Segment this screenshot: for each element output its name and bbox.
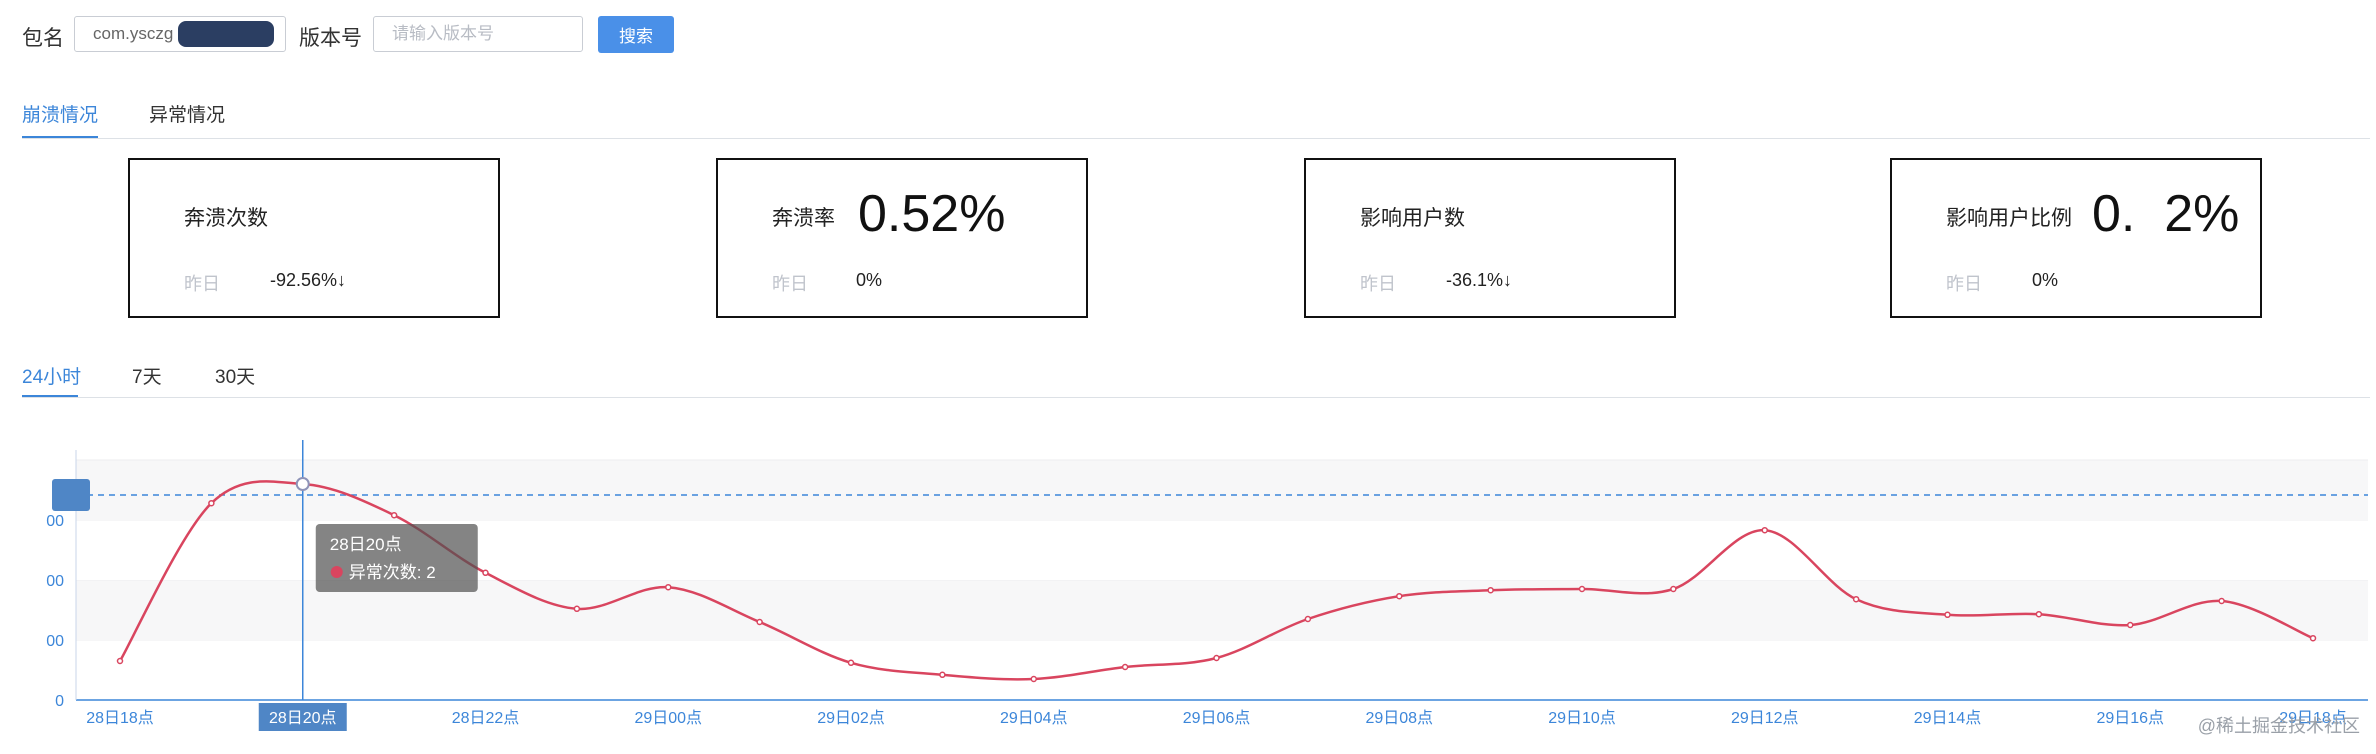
stat-yesterday-value: -92.56%↓ — [270, 270, 347, 290]
stat-yesterday-value: 0% — [856, 270, 883, 290]
stat-yesterday-label: 昨日 — [184, 274, 220, 294]
watermark: @稀土掘金技术社区 — [2197, 716, 2360, 736]
search-button[interactable]: 搜索 — [598, 16, 674, 53]
stat-value: 0. 2% — [2092, 185, 2240, 243]
data-point[interactable] — [295, 477, 310, 491]
reference-marker — [52, 479, 90, 511]
stat-value: 0.52% — [858, 185, 1006, 243]
stat-name: 奔溃次数 — [184, 207, 268, 230]
data-point[interactable] — [482, 569, 489, 577]
crash-line-chart[interactable]: 0000000 28日18点 28日20点 28日22点 29日00点 29日02点 29… — [0, 440, 2376, 740]
x-tick-label: 28日22点 — [452, 709, 520, 727]
tooltip-series-value: 异常次数: 2 — [349, 563, 436, 582]
data-point[interactable] — [1761, 526, 1768, 534]
x-tick-label: 29日00点 — [634, 709, 702, 727]
x-tick-label: 29日14点 — [1914, 709, 1982, 727]
x-tick-label: 29日08点 — [1365, 709, 1433, 727]
y-tick-label: 00 — [46, 573, 64, 590]
tabs-divider — [22, 138, 2370, 139]
x-tick-label: 29日04点 — [1000, 709, 1068, 727]
y-tick-label: 0 — [55, 693, 64, 710]
tab-crash[interactable]: 崩溃情况 — [22, 100, 98, 127]
stat-card-affected-ratio: 影响用户比例 0. 2% 昨日 0% — [1890, 158, 2262, 318]
data-point[interactable] — [2127, 621, 2134, 629]
data-point[interactable] — [2218, 597, 2225, 605]
stat-name: 影响用户数 — [1360, 207, 1465, 230]
redaction-mark — [178, 21, 274, 47]
data-point[interactable] — [1030, 675, 1037, 683]
stat-name: 影响用户比例 — [1946, 207, 2072, 230]
grid-band — [76, 460, 2368, 520]
data-point[interactable] — [1578, 585, 1586, 593]
stat-card-crash-rate: 奔溃率 0.52% 昨日 0% — [716, 158, 1088, 318]
grid-band — [76, 640, 2368, 700]
tab-30d[interactable]: 30天 — [215, 362, 255, 389]
data-point[interactable] — [756, 618, 763, 626]
range-tabs-divider — [22, 397, 2370, 398]
tooltip-series-dot — [330, 566, 343, 578]
data-point[interactable] — [1670, 585, 1677, 593]
stat-yesterday-value: -36.1%↓ — [1446, 270, 1513, 290]
stat-card-crash-count: 奔溃次数 昨日 -92.56%↓ — [128, 158, 500, 318]
stat-yesterday-label: 昨日 — [1946, 274, 1982, 294]
data-point[interactable] — [847, 659, 855, 667]
data-point[interactable] — [573, 605, 581, 613]
x-tick-label: 29日16点 — [2096, 709, 2164, 727]
tab-24h[interactable]: 24小时 — [22, 362, 81, 389]
data-point[interactable] — [2309, 634, 2317, 642]
data-point[interactable] — [208, 499, 215, 507]
tooltip-title: 28日20点 — [330, 535, 402, 554]
data-point[interactable] — [1487, 586, 1494, 594]
data-point[interactable] — [939, 671, 946, 679]
chart-tooltip: 28日20点 异常次数: 2 — [315, 524, 478, 592]
data-point[interactable] — [1396, 592, 1403, 600]
y-tick-label: 00 — [46, 513, 64, 530]
x-tick-label: 29日06点 — [1183, 709, 1251, 727]
data-point[interactable] — [1121, 663, 1129, 671]
version-input[interactable] — [373, 16, 583, 52]
tab-7d[interactable]: 7天 — [132, 362, 162, 389]
stat-yesterday-label: 昨日 — [1360, 274, 1396, 294]
x-tick-label: 28日18点 — [86, 709, 154, 727]
stat-name: 奔溃率 — [772, 207, 835, 230]
data-point[interactable] — [1213, 654, 1220, 662]
x-tick-label: 28日20点 — [269, 709, 337, 727]
x-tick-label: 29日02点 — [817, 709, 885, 727]
stat-yesterday-value: 0% — [2032, 270, 2059, 290]
data-point[interactable] — [2035, 610, 2043, 618]
data-point[interactable] — [390, 511, 398, 519]
stat-yesterday-label: 昨日 — [772, 274, 808, 294]
data-point[interactable] — [665, 583, 672, 591]
x-tick-label: 29日10点 — [1548, 709, 1616, 727]
data-point[interactable] — [1944, 611, 1951, 619]
tab-exception[interactable]: 异常情况 — [149, 100, 225, 127]
y-tick-label: 00 — [46, 633, 64, 650]
data-point[interactable] — [1304, 615, 1312, 623]
data-point[interactable] — [1852, 595, 1860, 603]
version-label: 版本号 — [299, 27, 362, 50]
data-point[interactable] — [116, 657, 124, 665]
package-label: 包名 — [22, 27, 64, 50]
stat-card-affected-users: 影响用户数 昨日 -36.1%↓ — [1304, 158, 1676, 318]
x-tick-label: 29日12点 — [1731, 709, 1799, 727]
